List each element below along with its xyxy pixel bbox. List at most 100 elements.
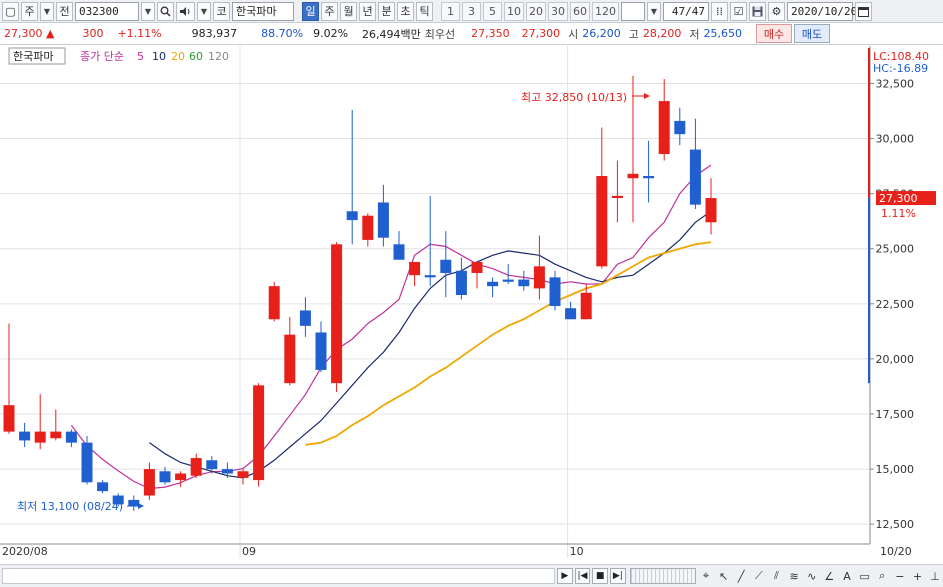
zoom-icon[interactable]: ⌕	[874, 568, 890, 584]
candle-body	[580, 292, 592, 320]
scroll-last-icon[interactable]: ▶|	[610, 568, 626, 584]
low-label: 저	[689, 27, 700, 41]
interval-5-button[interactable]: 5	[483, 1, 502, 21]
interval-10-button[interactable]: 10	[504, 1, 524, 21]
screen-icon[interactable]: ▭	[857, 568, 873, 584]
candle-body	[705, 198, 717, 223]
page-count-field[interactable]: 47/47	[663, 1, 709, 21]
candle-body	[206, 460, 218, 470]
chevron-down-icon[interactable]: ▼	[40, 1, 54, 21]
candle-body	[549, 277, 561, 307]
x-tick-label: 09	[242, 545, 256, 558]
legend-ma5[interactable]: 5	[137, 50, 144, 63]
window-icon[interactable]: ▢	[2, 1, 19, 21]
period-year-button[interactable]: 년	[359, 1, 376, 21]
legend-ma10[interactable]: 10	[152, 50, 166, 63]
candle-body	[658, 101, 670, 154]
date-input[interactable]: 2020/10/20	[787, 1, 857, 21]
stop-icon[interactable]: ■	[592, 568, 608, 584]
candle-body	[299, 310, 311, 326]
gear-icon[interactable]: ⚙	[768, 1, 785, 21]
sell-button[interactable]: 매도	[794, 24, 830, 43]
candle-body	[50, 431, 62, 439]
checklist-icon[interactable]: ☑	[730, 1, 747, 21]
candle-body	[471, 261, 483, 273]
legend-ma120[interactable]: 120	[208, 50, 229, 63]
search-icon[interactable]	[157, 1, 174, 21]
horizontal-scrollbar[interactable]	[2, 568, 555, 584]
parallel-line-icon[interactable]: ⫽	[769, 568, 785, 584]
market-type-select[interactable]: 주	[21, 1, 38, 21]
candle-body	[627, 173, 639, 179]
stock-code-input[interactable]: 032300	[75, 1, 139, 21]
trend-line-icon[interactable]: ⟋	[751, 568, 767, 584]
zoom-slider[interactable]	[629, 568, 697, 584]
code-dropdown-icon[interactable]: ▼	[141, 1, 155, 21]
scroll-first-icon[interactable]: |◀	[574, 568, 591, 584]
interval-120-button[interactable]: 120	[592, 1, 619, 21]
custom-interval-input[interactable]	[621, 1, 645, 21]
price-chart[interactable]: 12,50015,00017,50020,00022,50025,00027,5…	[0, 46, 943, 564]
high-label: 고	[628, 27, 639, 41]
interval-30-button[interactable]: 30	[548, 1, 568, 21]
candle-body	[674, 120, 686, 135]
period-tick-button[interactable]: 틱	[416, 1, 433, 21]
custom-interval-dropdown-icon[interactable]: ▼	[647, 1, 661, 21]
indicator-legend[interactable]: 한국파마 종가 단순 5 10 20 60 120	[8, 47, 229, 65]
candle-body	[362, 215, 374, 240]
low-price: 25,650	[703, 27, 743, 40]
all-market-button[interactable]: 전	[56, 1, 73, 21]
candle-body	[284, 334, 296, 384]
calendar-icon[interactable]	[855, 1, 872, 21]
status-bar: ▶ |◀ ■ ▶| ⌖ ↖ ╱ ⟋ ⫽ ≋ ∿ ∠ A ▭ ⌕ − + ⊥	[0, 564, 943, 587]
plot-area	[0, 46, 870, 546]
text-tool-icon[interactable]: A	[839, 568, 855, 584]
candle-body	[643, 176, 655, 179]
period-second-button[interactable]: 초	[397, 1, 414, 21]
grid-icon[interactable]: ⁞⁞	[711, 1, 728, 21]
save-icon[interactable]	[749, 1, 766, 21]
candle-body	[393, 244, 405, 260]
candle-body	[190, 458, 202, 476]
interval-3-button[interactable]: 3	[462, 1, 481, 21]
candle-body	[377, 202, 389, 238]
period-month-button[interactable]: 월	[340, 1, 357, 21]
interval-60-button[interactable]: 60	[570, 1, 590, 21]
expand-icon[interactable]: ⊥	[927, 568, 943, 584]
speaker-dropdown-icon[interactable]: ▼	[197, 1, 211, 21]
volume-ratio: 88.70%	[261, 27, 304, 40]
zoom-out-icon[interactable]: −	[892, 568, 908, 584]
scroll-next-icon[interactable]: ▶	[556, 568, 573, 584]
period-week-button[interactable]: 주	[321, 1, 338, 21]
zoom-in-icon[interactable]: +	[910, 568, 926, 584]
candle-body	[34, 431, 46, 443]
up-arrow-icon: ▲	[46, 27, 55, 40]
wave-icon[interactable]: ∿	[804, 568, 820, 584]
stock-name-field[interactable]: 한국파마	[232, 1, 294, 21]
y-tick-label: 15,000	[876, 463, 915, 476]
legend-ma20[interactable]: 20	[171, 50, 185, 63]
interval-1-button[interactable]: 1	[441, 1, 460, 21]
buy-button[interactable]: 매수	[756, 24, 792, 43]
period-minute-button[interactable]: 분	[378, 1, 395, 21]
interval-20-button[interactable]: 20	[526, 1, 546, 21]
candle-body	[611, 195, 623, 199]
cursor-icon[interactable]: ↖	[716, 568, 732, 584]
fibonacci-icon[interactable]: ≋	[786, 568, 802, 584]
kosdaq-badge[interactable]: 코	[213, 1, 230, 21]
candle-body	[440, 259, 452, 273]
line-draw-icon[interactable]: ╱	[733, 568, 749, 584]
current-price: 27,300 ▲	[4, 27, 55, 40]
crosshair-icon[interactable]: ⌖	[698, 568, 714, 584]
turnover-rate: 9.02%	[313, 27, 349, 40]
y-tick-label: 20,000	[876, 353, 915, 366]
angle-icon[interactable]: ∠	[822, 568, 838, 584]
y-tick-label: 25,000	[876, 243, 915, 256]
speaker-icon[interactable]	[176, 1, 195, 21]
legend-ma60[interactable]: 60	[189, 50, 203, 63]
candlestick-chart[interactable]: 12,50015,00017,50020,00022,50025,00027,5…	[0, 46, 943, 564]
price-change: 300	[82, 27, 104, 40]
period-day-button[interactable]: 일	[302, 1, 319, 21]
candle-body	[159, 471, 171, 483]
y-tick-label: 22,500	[876, 298, 915, 311]
